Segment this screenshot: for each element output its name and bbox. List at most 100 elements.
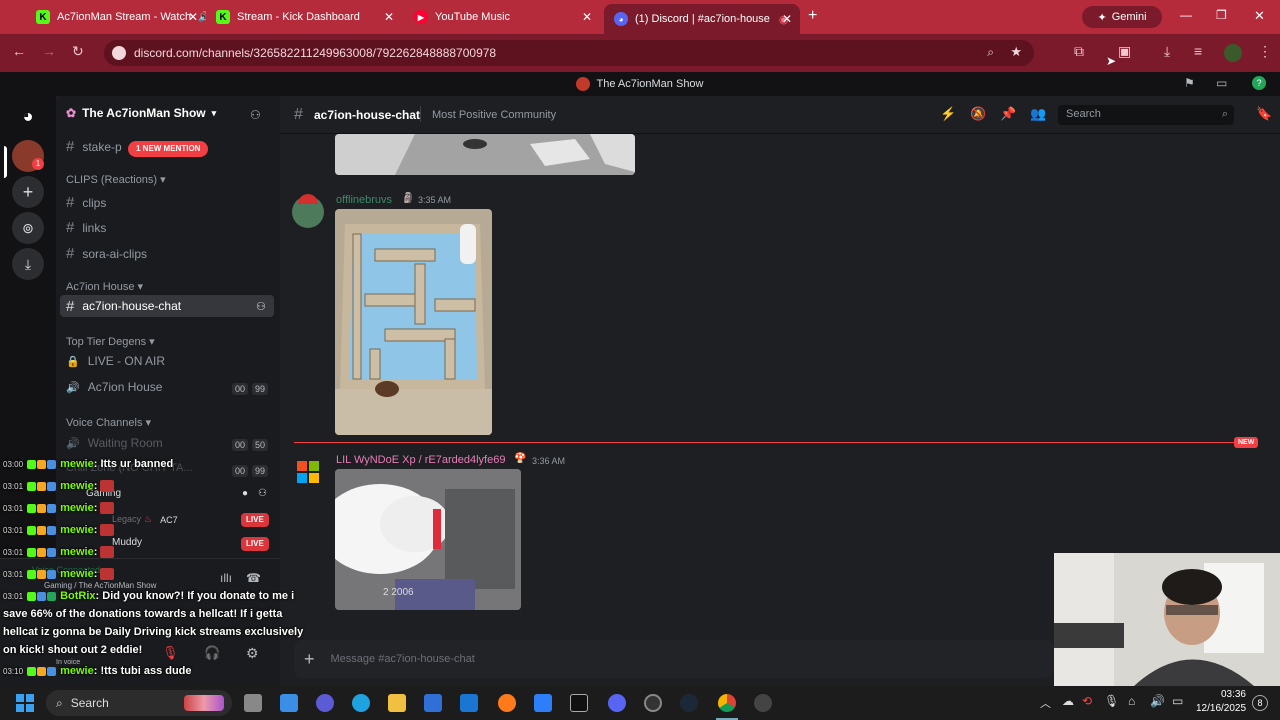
close-tab-icon[interactable]: ✕ (188, 10, 198, 24)
chat-bubble-icon[interactable]: ● (242, 488, 248, 499)
message-image-maze[interactable] (335, 209, 492, 435)
tray-sync-icon[interactable]: ⟲ (1082, 694, 1092, 708)
new-tab-icon[interactable]: + (808, 7, 817, 25)
speaker-icon[interactable]: 🔊 (198, 12, 206, 23)
address-bar[interactable]: discord.com/channels/326582211249963008/… (104, 40, 1034, 66)
profile-avatar[interactable] (1224, 44, 1242, 62)
tab-youtube-music[interactable]: ▶ YouTube Music ✕ (404, 4, 600, 30)
tab-kick-stream[interactable]: K Ac7ionMan Stream - Watch 🔊 ✕ (26, 4, 206, 30)
search-input[interactable]: Search ⌕ (1058, 105, 1234, 125)
avatar[interactable] (292, 194, 324, 228)
category-top-tier-degens[interactable]: Top Tier Degens ▾ (66, 335, 155, 348)
threads-icon[interactable]: ⚡ (940, 106, 956, 122)
sidebar-item-ac7ion-house-voice[interactable]: 🔊 Ac7ion House (66, 380, 162, 394)
disconnect-icon[interactable]: ☎ (246, 571, 261, 585)
taskbar-search[interactable]: ⌕ Search (46, 690, 232, 716)
notification-badge[interactable]: 8 (1252, 695, 1268, 711)
download-apps-icon[interactable]: ⤓ (12, 248, 44, 280)
download-icon[interactable]: ⤓ (1164, 43, 1170, 60)
zoom-icon[interactable]: ⌕ (987, 45, 994, 60)
menu-kebab-icon[interactable]: ⋮ (1258, 43, 1272, 60)
sidebar-item-live-on-air[interactable]: 🔒 LIVE - ON AIR (66, 354, 165, 368)
discord-home-icon[interactable]: ◕ (12, 100, 44, 132)
discover-icon[interactable]: ⊚ (12, 212, 44, 244)
discord-taskbar-icon[interactable] (608, 694, 626, 712)
close-tab-icon[interactable]: ✕ (384, 10, 394, 24)
tray-network-icon[interactable]: ⌂ (1128, 694, 1135, 708)
message-image-partial[interactable] (335, 134, 635, 175)
notion-icon[interactable] (570, 694, 588, 712)
headphones-icon[interactable]: 🎧 (204, 645, 220, 661)
pinned-messages-icon[interactable]: 📌 (1000, 106, 1016, 122)
inbox-icon[interactable]: ▭ (1216, 76, 1227, 90)
invite-people-icon[interactable]: ⚇ (250, 108, 261, 122)
attach-plus-icon[interactable]: + (304, 649, 315, 670)
sidebar-item-stake[interactable]: # stake-p (66, 138, 122, 155)
category-ac7ion-house[interactable]: Ac7ion House ▾ (66, 280, 143, 293)
member-list-icon[interactable]: 👥 (1030, 106, 1046, 122)
message-composer[interactable]: + Message #ac7ion-house-chat (294, 640, 1054, 678)
tray-mic-icon[interactable]: 🎙 (1104, 694, 1119, 708)
settings-gear-icon[interactable]: ⚙ (246, 645, 259, 662)
edge-icon[interactable] (352, 694, 370, 712)
chrome-icon[interactable] (718, 694, 736, 712)
voice-activity-icon[interactable]: ıllı (220, 571, 232, 585)
file-explorer-icon[interactable] (388, 694, 406, 712)
back-icon[interactable]: ← (12, 43, 26, 59)
minimize-icon[interactable]: — (1180, 8, 1192, 22)
tray-cloud-icon[interactable]: ☁ (1062, 694, 1074, 708)
cast-icon[interactable]: ▣ (1118, 43, 1131, 60)
maximize-icon[interactable]: ❐ (1216, 8, 1227, 22)
add-user-icon[interactable]: ⚇ (258, 488, 267, 499)
site-info-icon[interactable] (112, 46, 126, 60)
task-view-icon[interactable] (244, 694, 262, 712)
tray-overflow-icon[interactable]: ︿ (1040, 695, 1051, 711)
steam-icon[interactable] (680, 694, 698, 712)
tab-kick-dashboard[interactable]: K Stream - Kick Dashboard ✕ (206, 4, 402, 30)
notification-mute-icon[interactable]: 🔕 (970, 106, 986, 122)
tray-battery-icon[interactable]: ▭ (1172, 694, 1183, 708)
category-clips[interactable]: CLIPS (Reactions) ▾ (66, 173, 166, 186)
media-control-icon[interactable]: ≡ (1194, 43, 1202, 59)
voice-user-muddy[interactable]: Muddy (112, 537, 142, 548)
sidebar-item-links[interactable]: # links (66, 219, 106, 236)
close-window-icon[interactable]: ✕ (1254, 8, 1265, 24)
flag-icon[interactable]: ⚑ (1184, 76, 1195, 90)
voice-user-legacy[interactable]: Legacy (112, 514, 141, 524)
tray-volume-icon[interactable]: 🔊 (1150, 694, 1165, 708)
forward-icon[interactable]: → (42, 43, 56, 59)
windows-start-icon[interactable] (16, 694, 34, 712)
invite-icon[interactable]: ⚇ (256, 300, 266, 313)
message-video[interactable]: 2 2006 (335, 469, 521, 610)
sidebar-item-sora[interactable]: # sora-ai-clips (66, 245, 147, 262)
voice-user-ac7[interactable]: ♨ AC7 (144, 514, 178, 525)
inbox-bookmark-icon[interactable]: 🔖 (1256, 106, 1272, 122)
sidebar-item-house-chat[interactable]: # ac7ion-house-chat (60, 295, 274, 317)
new-mention-pill[interactable]: 1 NEW MENTION (128, 141, 209, 157)
add-server-icon[interactable]: + (12, 176, 44, 208)
store-icon[interactable] (424, 694, 442, 712)
sidebar-item-clips[interactable]: # clips (66, 194, 106, 211)
app-icon[interactable] (754, 694, 772, 712)
teams-icon[interactable] (316, 694, 334, 712)
extensions-icon[interactable]: ⧉ (1074, 43, 1084, 60)
close-tab-icon[interactable]: ✕ (782, 12, 792, 26)
avatar[interactable] (294, 458, 322, 486)
widgets-icon[interactable] (280, 694, 298, 712)
close-tab-icon[interactable]: ✕ (582, 10, 592, 24)
reload-icon[interactable]: ↻ (72, 43, 84, 60)
taskbar-clock[interactable]: 03:36 12/16/2025 (1196, 688, 1246, 716)
obs-icon[interactable] (644, 694, 662, 712)
mail-icon[interactable] (460, 694, 478, 712)
tab-discord[interactable]: ◕ (1) Discord | #ac7ion-house ◉ ✕ (604, 4, 800, 34)
firefox-icon[interactable] (498, 694, 516, 712)
gemini-button[interactable]: ✦ Gemini (1082, 6, 1162, 28)
mic-muted-icon[interactable]: 🎙 (162, 645, 179, 661)
server-header[interactable]: ✿ The Ac7ionMan Show ▾ (66, 106, 216, 120)
message-author[interactable]: offlinebruvs (336, 194, 392, 206)
message-author[interactable]: LIL WyNDoE Xp / rE7arded4lyfe69 (336, 454, 505, 466)
sidebar-item-waiting-room[interactable]: 🔊 Waiting Room (66, 436, 163, 450)
help-icon[interactable]: ? (1252, 76, 1266, 90)
dropbox-icon[interactable] (534, 694, 552, 712)
bookmark-star-icon[interactable]: ★ (1010, 44, 1022, 60)
